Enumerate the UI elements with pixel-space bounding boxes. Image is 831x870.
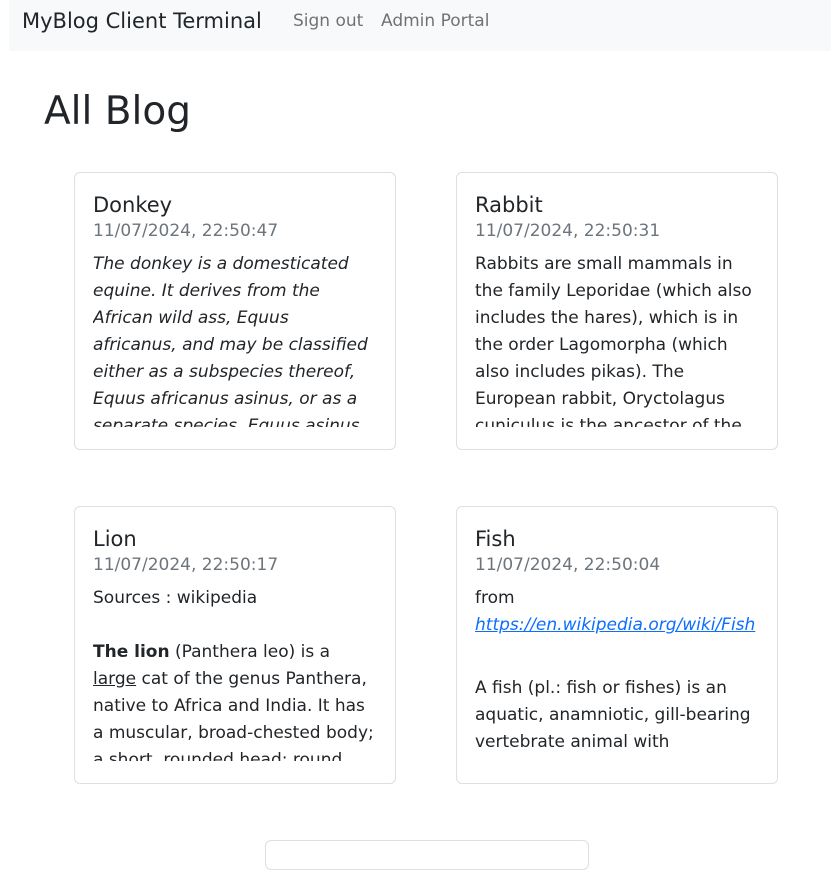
card-body-part: (Panthera leo) is a xyxy=(169,642,331,662)
card-body-underlined: large xyxy=(93,669,137,689)
blog-card-rabbit[interactable]: Rabbit 11/07/2024, 22:50:31 Rabbits are … xyxy=(456,172,778,450)
card-date: 11/07/2024, 22:50:47 xyxy=(93,221,279,241)
from-label: from xyxy=(475,588,515,608)
card-date: 11/07/2024, 22:50:04 xyxy=(475,555,661,575)
card-sources: Sources : wikipedia xyxy=(93,588,258,608)
card-body: A fish (pl.: fish or fishes) is an aquat… xyxy=(475,678,751,761)
card-body: The lion (Panthera leo) is a large cat o… xyxy=(93,639,377,761)
pagination-box[interactable] xyxy=(265,840,589,870)
page-title: All Blog xyxy=(44,89,191,134)
blog-card-lion[interactable]: Lion 11/07/2024, 22:50:17 Sources : wiki… xyxy=(74,506,396,784)
card-date: 11/07/2024, 22:50:17 xyxy=(93,555,279,575)
card-body-part: cat of the genus Panthera, native to Afr… xyxy=(93,669,374,761)
blog-card-fish[interactable]: Fish 11/07/2024, 22:50:04 from https://e… xyxy=(456,506,778,784)
navbar: MyBlog Client Terminal Sign out Admin Po… xyxy=(9,0,831,51)
sign-out-link[interactable]: Sign out xyxy=(293,10,363,32)
card-title: Fish xyxy=(475,527,516,551)
card-title: Donkey xyxy=(93,193,173,217)
card-title: Lion xyxy=(93,527,137,551)
wikipedia-link[interactable]: https://en.wikipedia.org/wiki/Fish xyxy=(475,615,755,635)
card-body: Rabbits are small mammals in the family … xyxy=(475,254,752,427)
admin-portal-link[interactable]: Admin Portal xyxy=(381,10,489,32)
blog-card-donkey[interactable]: Donkey 11/07/2024, 22:50:47 The donkey i… xyxy=(74,172,396,450)
brand-title[interactable]: MyBlog Client Terminal xyxy=(22,8,262,34)
card-title: Rabbit xyxy=(475,193,543,217)
card-date: 11/07/2024, 22:50:31 xyxy=(475,221,661,241)
card-body: The donkey is a domesticated equine. It … xyxy=(93,254,368,427)
card-body-bold: The lion xyxy=(93,642,170,662)
card-source-line: from https://en.wikipedia.org/wiki/Fish xyxy=(475,585,759,639)
